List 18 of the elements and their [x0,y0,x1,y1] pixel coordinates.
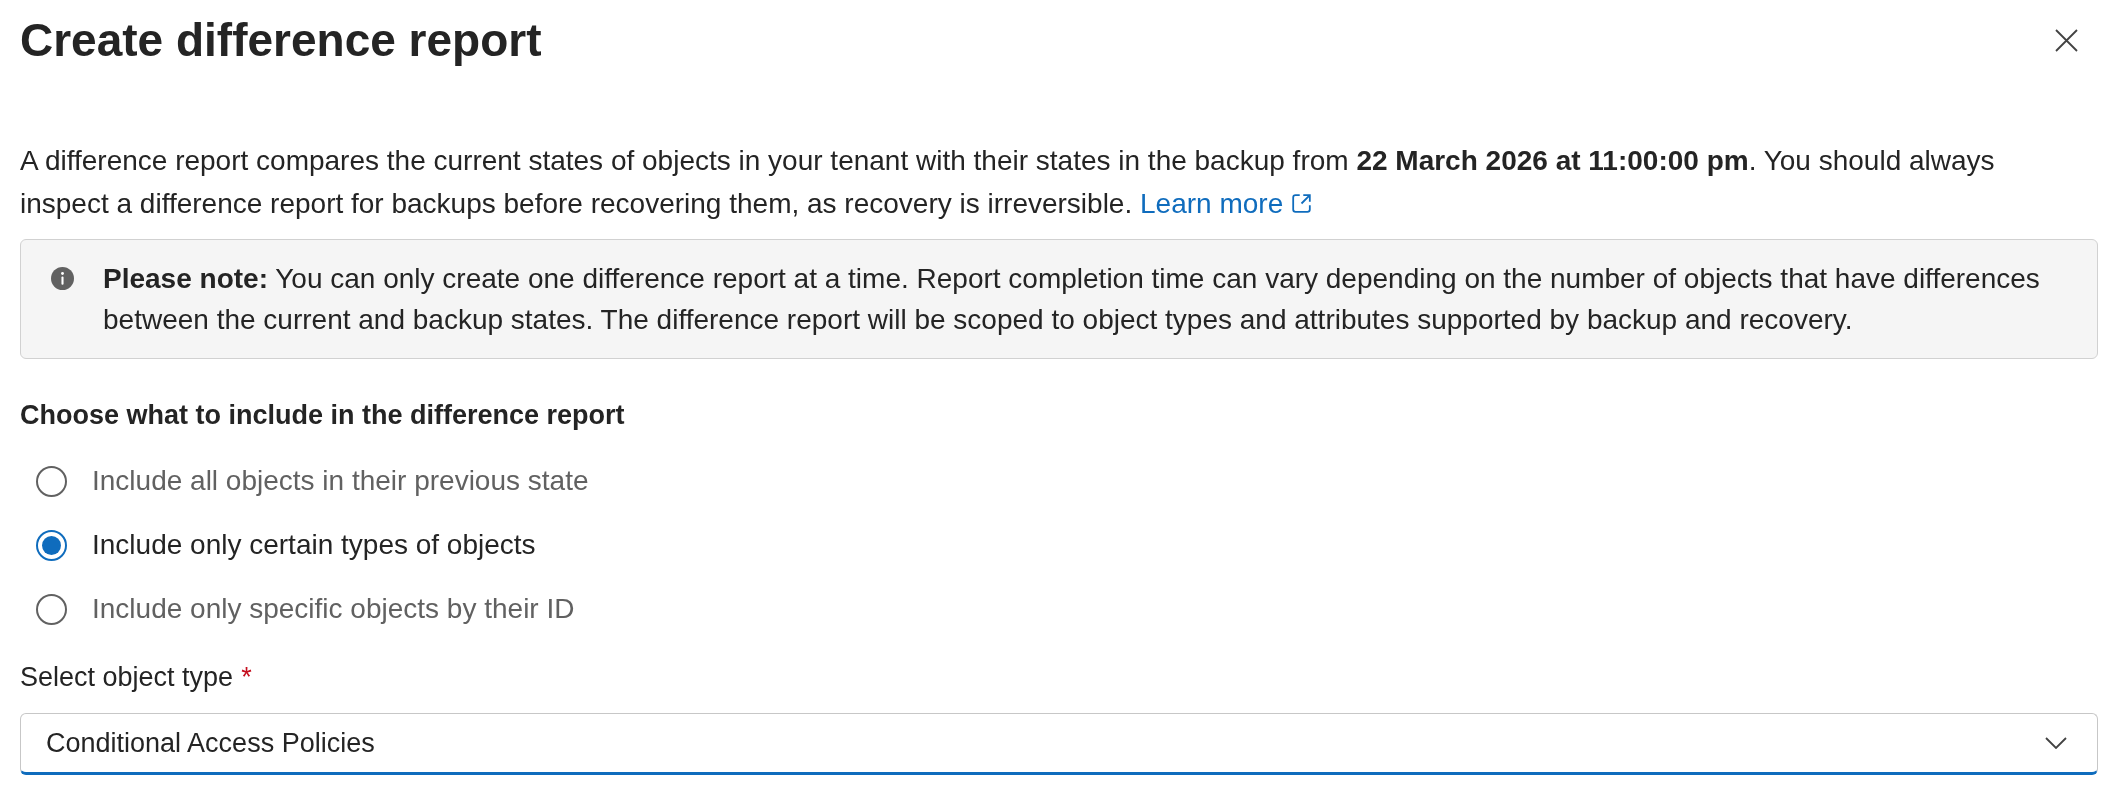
intro-paragraph: A difference report compares the current states of objects in your tenant with their states in the backup from 22 March 2026 at 11:00:00 pm. You should always inspect a difference report for backups before recovering them, as recovery is irreversible. Learn more [20,139,2070,225]
chevron-down-icon [2045,737,2067,749]
radio-option-label[interactable]: Include all objects in their previous state [92,461,589,501]
radio-button[interactable] [36,529,67,561]
external-link-icon [1292,194,1312,213]
radio-option-label[interactable]: Include only certain types of objects [92,525,536,565]
close-icon [2055,28,2078,52]
required-mark: * [241,661,252,694]
note-text: Please note: You can only create one difference report at a time. Report completion time can vary depending on the number of objects that have differences between the current and backup states. The difference report will be scoped to object types and attributes supported by backup and recovery. [103,262,2041,337]
section-heading: Choose what to include in the difference report [20,399,626,432]
field-label: Select object type [20,661,234,694]
object-type-dropdown[interactable]: Conditional Access Policies [20,713,2098,775]
radio-button[interactable] [36,593,67,625]
radio-option-label[interactable]: Include only specific objects by their ID [92,589,575,629]
info-icon [51,267,74,290]
learn-more-link[interactable]: Learn more [1140,182,1312,225]
radio-button[interactable] [36,465,67,497]
dialog-title: Create difference report [20,13,542,68]
